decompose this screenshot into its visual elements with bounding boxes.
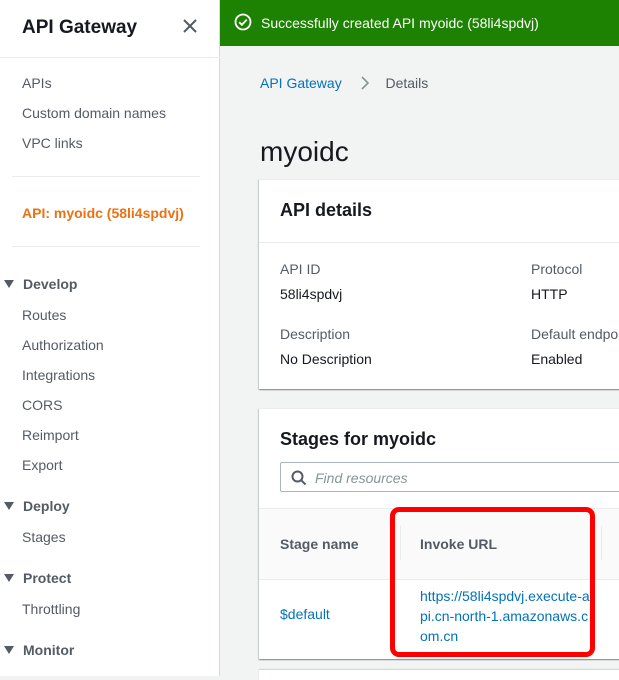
success-flash-banner: Successfully created API myoidc (58li4sp… [220,0,619,46]
sidebar: API Gateway APIs Custom domain names VPC… [0,0,220,676]
breadcrumb-current: Details [385,75,429,91]
sidebar-section-label: Develop [23,276,78,292]
sidebar-section-label: Monitor [23,642,75,658]
sidebar-item-authorization[interactable]: Authorization [22,337,104,353]
sidebar-item-export[interactable]: Export [22,457,62,473]
sidebar-item-integrations[interactable]: Integrations [22,367,95,383]
sidebar-item-reimport[interactable]: Reimport [22,427,79,443]
api-id-label: API ID [280,261,321,277]
search-field[interactable] [280,462,619,492]
sidebar-section-label: Protect [23,570,72,586]
description-value: No Description [280,351,372,367]
stage-link-default[interactable]: $default [280,606,330,622]
breadcrumb: API Gateway Details [260,75,428,91]
panel-divider [259,242,619,243]
sidebar-title: API Gateway [22,17,138,38]
search-icon [291,470,307,486]
api-details-heading: API details [280,200,373,220]
default-endpoint-label: Default endpo [531,326,619,342]
sidebar-item-custom-domain-names[interactable]: Custom domain names [22,105,166,121]
default-endpoint-value: Enabled [531,351,583,367]
sidebar-item-routes[interactable]: Routes [22,307,66,323]
protocol-value: HTTP [531,286,568,302]
sidebar-item-vpc-links[interactable]: VPC links [22,135,83,151]
sidebar-item-apis[interactable]: APIs [22,75,52,91]
chevron-right-icon [361,76,369,90]
sidebar-item-cors[interactable]: CORS [22,397,62,413]
search-input[interactable] [313,468,617,488]
page-title: myoidc [260,136,349,167]
sidebar-section-protect[interactable]: Protect [4,570,71,586]
breadcrumb-link-api-gateway[interactable]: API Gateway [260,75,342,91]
flash-message: Successfully created API myoidc (58li4sp… [261,15,539,31]
sidebar-item-throttling[interactable]: Throttling [22,601,80,617]
api-details-panel: API details API ID 58li4spdvj Protocol H… [259,179,619,389]
stages-heading: Stages for myoidc [280,429,437,449]
column-header-stage-name[interactable]: Stage name [280,536,359,552]
protocol-label: Protocol [531,261,583,277]
sidebar-divider [12,246,200,247]
sidebar-item-stages[interactable]: Stages [22,529,66,545]
sidebar-section-monitor[interactable]: Monitor [4,642,74,658]
sidebar-divider [12,176,200,177]
description-label: Description [280,326,351,342]
sidebar-divider [0,57,220,58]
sidebar-section-label: Deploy [23,498,70,514]
close-icon[interactable] [179,15,201,37]
highlight-annotation [390,507,595,657]
sidebar-section-deploy[interactable]: Deploy [4,498,70,514]
sidebar-section-develop[interactable]: Develop [4,276,77,292]
next-panel-edge [259,670,619,680]
caret-down-icon [4,502,14,511]
sidebar-item-active-api[interactable]: API: myoidc (58li4spdvj) [22,205,184,221]
caret-down-icon [4,574,14,583]
check-circle-icon [234,13,252,31]
api-id-value: 58li4spdvj [280,286,343,302]
caret-down-icon [4,646,14,655]
caret-down-icon [4,280,14,289]
column-divider [601,526,602,560]
